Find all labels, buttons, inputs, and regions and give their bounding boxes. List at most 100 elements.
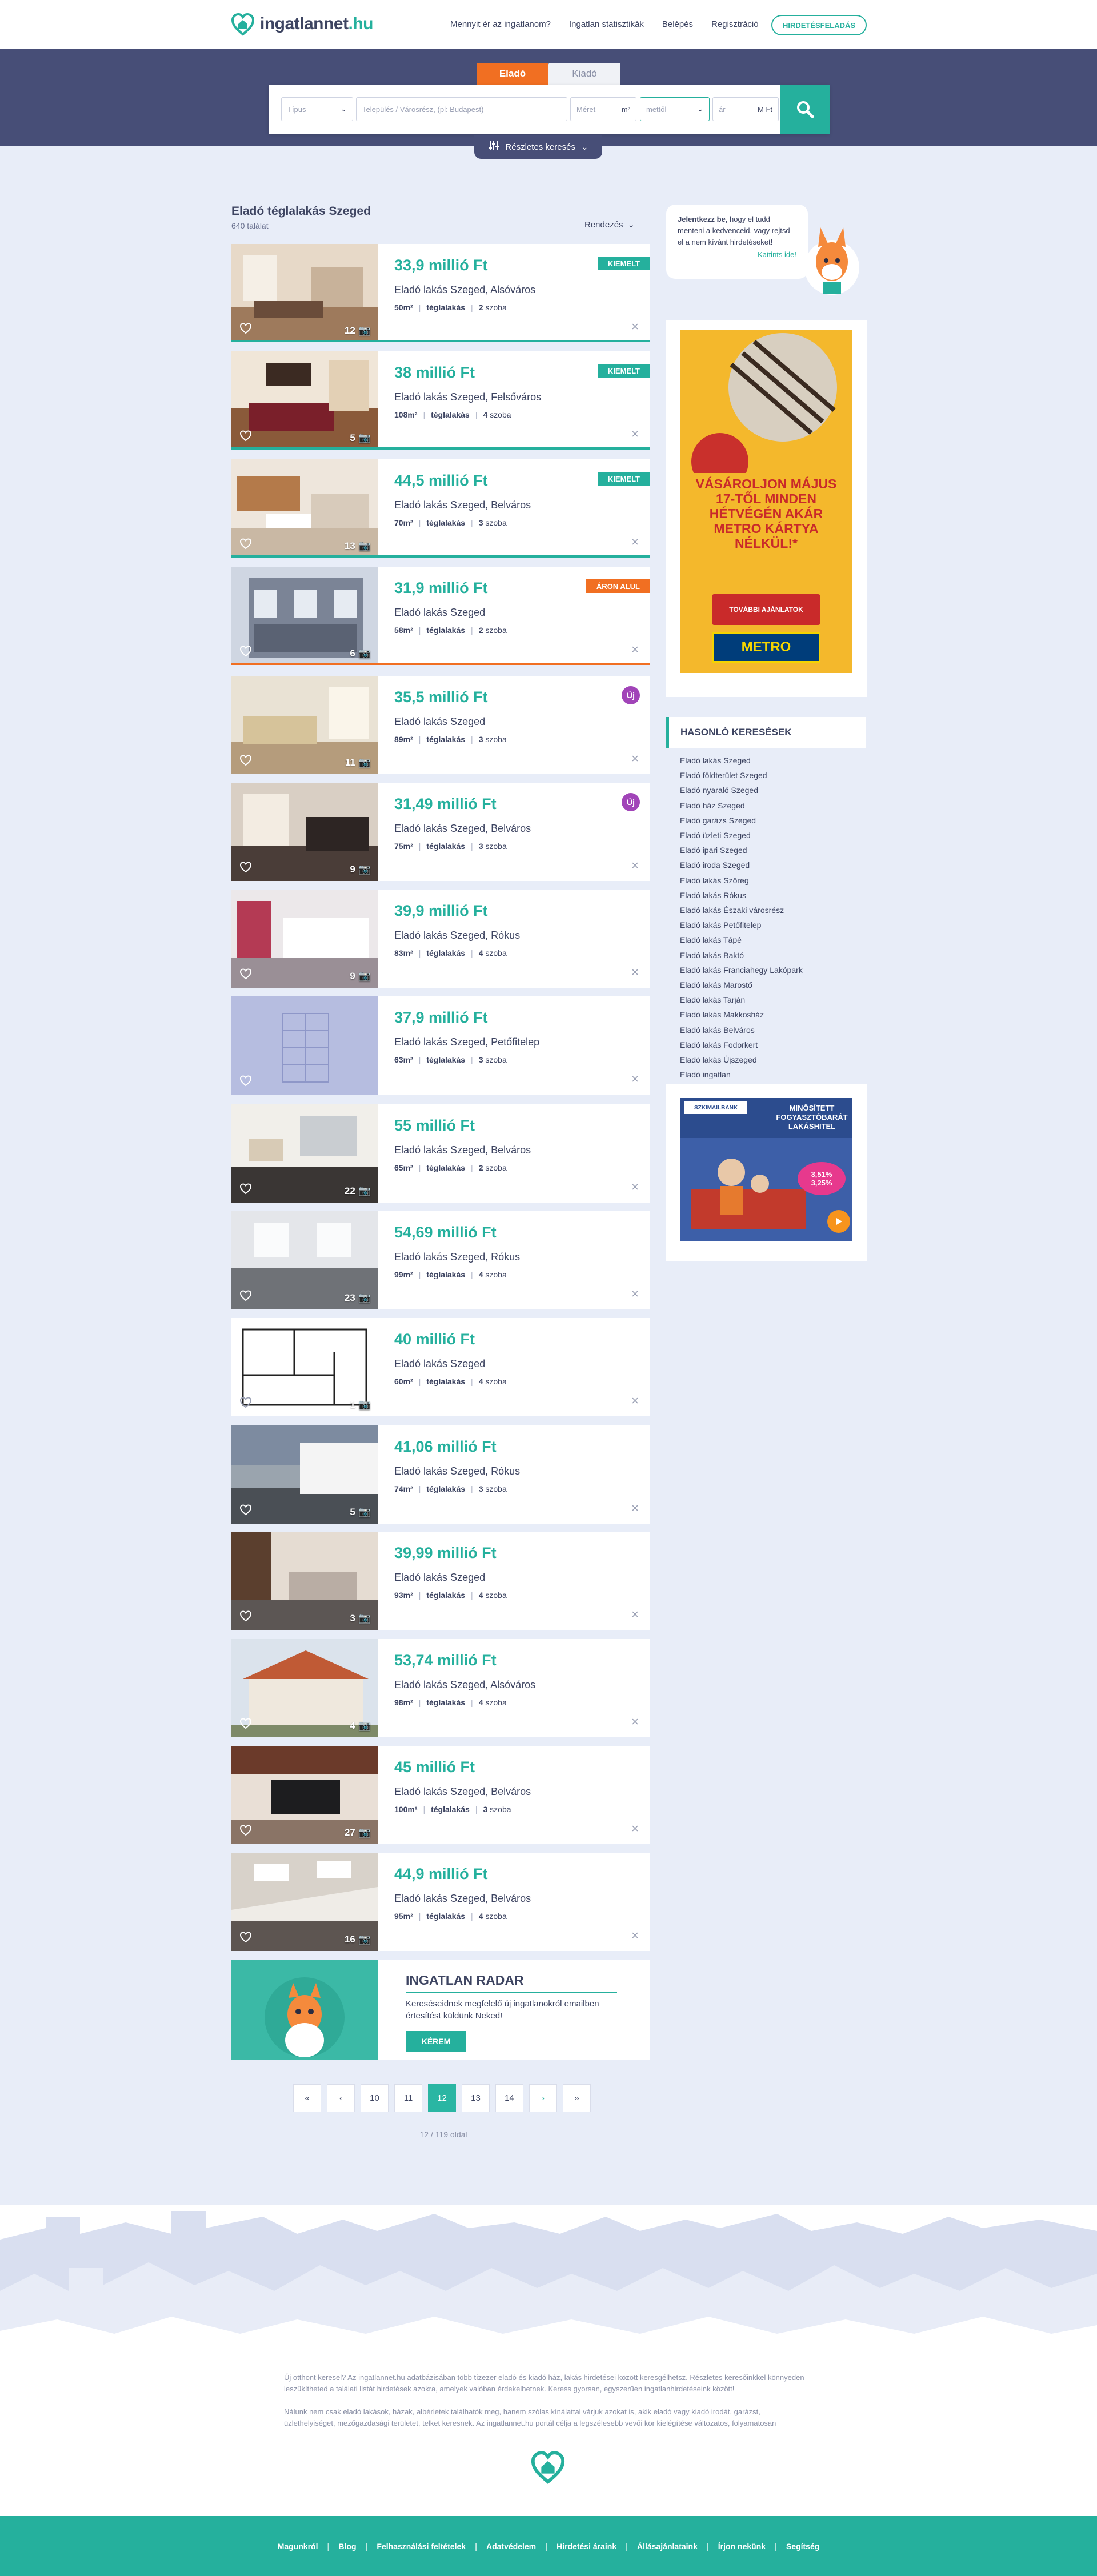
- footer-link[interactable]: Adatvédelem: [486, 2542, 536, 2551]
- listing-photo[interactable]: 22 📷: [231, 1104, 378, 1203]
- similar-search-link[interactable]: Eladó lakás Franciahegy Lakópark: [680, 963, 803, 977]
- hide-listing-icon[interactable]: ×: [631, 1716, 639, 1728]
- similar-search-link[interactable]: Eladó lakás Északi városrész: [680, 903, 803, 918]
- favorite-heart-icon[interactable]: [239, 323, 252, 334]
- listing-price[interactable]: 55 millió Ft: [394, 1117, 475, 1135]
- listing-price[interactable]: 38 millió Ft: [394, 364, 475, 382]
- favorite-heart-icon[interactable]: [239, 1932, 252, 1943]
- next-page-button[interactable]: ›: [529, 2084, 557, 2112]
- footer-link[interactable]: Magunkról: [278, 2542, 318, 2551]
- listing-card[interactable]: 6 📷 31,9 millió Ft Eladó lakás Szeged 58m…: [231, 567, 650, 665]
- listing-price[interactable]: 44,5 millió Ft: [394, 472, 488, 490]
- similar-search-link[interactable]: Eladó ipari Szeged: [680, 843, 803, 858]
- nav-login-link[interactable]: Belépés: [662, 19, 693, 29]
- sort-dropdown[interactable]: Rendezés ⌄: [584, 219, 635, 230]
- favorite-heart-icon[interactable]: [239, 1290, 252, 1301]
- listing-card[interactable]: 3 📷 39,99 millió Ft Eladó lakás Szeged 93…: [231, 1532, 650, 1630]
- last-page-button[interactable]: »: [563, 2084, 591, 2112]
- listing-price[interactable]: 33,9 millió Ft: [394, 257, 488, 274]
- hide-listing-icon[interactable]: ×: [631, 321, 639, 333]
- listing-address[interactable]: Eladó lakás Szeged, Belváros: [394, 1144, 531, 1156]
- site-logo[interactable]: ingatlannet.hu: [230, 11, 374, 37]
- listing-address[interactable]: Eladó lakás Szeged: [394, 607, 485, 619]
- hide-listing-icon[interactable]: ×: [631, 859, 639, 872]
- footer-link[interactable]: Blog: [338, 2542, 356, 2551]
- listing-card[interactable]: 11 📷 35,5 millió Ft Eladó lakás Szeged 89…: [231, 676, 650, 774]
- listing-card[interactable]: 16 📷 44,9 millió Ft Eladó lakás Szeged, B…: [231, 1853, 650, 1951]
- advanced-search-toggle[interactable]: Részletes keresés ⌄: [474, 135, 602, 159]
- listing-photo[interactable]: 13 📷: [231, 459, 378, 558]
- post-ad-button[interactable]: HIRDETÉSFELADÁS: [771, 15, 867, 35]
- ad-metro-button[interactable]: TOVÁBBI AJÁNLATOK: [712, 594, 820, 625]
- listing-address[interactable]: Eladó lakás Szeged, Felsőváros: [394, 391, 541, 403]
- listing-address[interactable]: Eladó lakás Szeged, Petőfitelep: [394, 1036, 539, 1048]
- favorite-heart-icon[interactable]: [239, 1718, 252, 1729]
- favorite-heart-icon[interactable]: [239, 1397, 252, 1408]
- favorite-heart-icon[interactable]: [239, 1183, 252, 1195]
- favorite-heart-icon[interactable]: [239, 862, 252, 873]
- first-page-button[interactable]: «: [293, 2084, 321, 2112]
- listing-photo[interactable]: 5 📷: [231, 1425, 378, 1524]
- nav-statistics-link[interactable]: Ingatlan statisztikák: [569, 19, 644, 29]
- listing-address[interactable]: Eladó lakás Szeged: [394, 716, 485, 728]
- hide-listing-icon[interactable]: ×: [631, 1395, 639, 1407]
- similar-search-link[interactable]: Eladó lakás Rókus: [680, 888, 803, 903]
- listing-price[interactable]: 44,9 millió Ft: [394, 1865, 488, 1883]
- listing-photo[interactable]: 23 📷: [231, 1211, 378, 1309]
- listing-card[interactable]: 13 📷 44,5 millió Ft Eladó lakás Szeged, B…: [231, 459, 650, 558]
- listing-photo[interactable]: 6 📷: [231, 567, 378, 665]
- listing-price[interactable]: 39,99 millió Ft: [394, 1544, 497, 1562]
- page-link[interactable]: 11: [394, 2084, 422, 2112]
- location-input[interactable]: Település / Városrész, (pl: Budapest): [356, 97, 567, 121]
- similar-search-link[interactable]: Eladó lakás Újszeged: [680, 1052, 803, 1067]
- listing-card[interactable]: 1 📷 40 millió Ft Eladó lakás Szeged 60m² |…: [231, 1318, 650, 1416]
- listing-card[interactable]: 5 📷 41,06 millió Ft Eladó lakás Szeged, R…: [231, 1425, 650, 1524]
- similar-search-link[interactable]: Eladó lakás Fodorkert: [680, 1037, 803, 1052]
- price-from-select[interactable]: mettől ⌄: [640, 97, 710, 121]
- hide-listing-icon[interactable]: ×: [631, 966, 639, 979]
- current-page[interactable]: 12: [428, 2084, 456, 2112]
- similar-search-link[interactable]: Eladó lakás Tápé: [680, 932, 803, 947]
- area-input[interactable]: Méret m²: [570, 97, 636, 121]
- hide-listing-icon[interactable]: ×: [631, 536, 639, 548]
- listing-price[interactable]: 37,9 millió Ft: [394, 1009, 488, 1027]
- listing-address[interactable]: Eladó lakás Szeged, Rókus: [394, 1465, 520, 1477]
- listing-photo[interactable]: 3 📷: [231, 1532, 378, 1630]
- hide-listing-icon[interactable]: ×: [631, 1181, 639, 1193]
- listing-card[interactable]: 22 📷 55 millió Ft Eladó lakás Szeged, Bel…: [231, 1104, 650, 1203]
- login-link[interactable]: Kattints ide!: [678, 249, 796, 261]
- favorite-heart-icon[interactable]: [239, 430, 252, 442]
- listing-card[interactable]: 9 📷 39,9 millió Ft Eladó lakás Szeged, Ró…: [231, 890, 650, 988]
- listing-card[interactable]: 23 📷 54,69 millió Ft Eladó lakás Szeged, …: [231, 1211, 650, 1309]
- listing-card[interactable]: 27 📷 45 millió Ft Eladó lakás Szeged, Bel…: [231, 1746, 650, 1844]
- footer-link[interactable]: Írjon nekünk: [718, 2542, 766, 2551]
- listing-address[interactable]: Eladó lakás Szeged, Belváros: [394, 499, 531, 511]
- hide-listing-icon[interactable]: ×: [631, 1073, 639, 1085]
- listing-card[interactable]: 4 📷 53,74 millió Ft Eladó lakás Szeged, A…: [231, 1639, 650, 1737]
- similar-search-link[interactable]: Eladó lakás Marostő: [680, 977, 803, 992]
- listing-photo[interactable]: 11 📷: [231, 676, 378, 774]
- listing-address[interactable]: Eladó lakás Szeged, Belváros: [394, 1893, 531, 1905]
- tab-sale[interactable]: Eladó: [477, 63, 548, 85]
- listing-price[interactable]: 45 millió Ft: [394, 1758, 475, 1776]
- favorite-heart-icon[interactable]: [239, 968, 252, 980]
- favorite-heart-icon[interactable]: [239, 646, 252, 657]
- listing-address[interactable]: Eladó lakás Szeged, Alsóváros: [394, 1679, 535, 1691]
- footer-link[interactable]: Felhasználási feltételek: [377, 2542, 466, 2551]
- hide-listing-icon[interactable]: ×: [631, 1608, 639, 1621]
- footer-link[interactable]: Hirdetési áraink: [556, 2542, 616, 2551]
- page-link[interactable]: 13: [462, 2084, 490, 2112]
- hide-listing-icon[interactable]: ×: [631, 428, 639, 440]
- listing-photo[interactable]: 5 📷: [231, 351, 378, 450]
- favorite-heart-icon[interactable]: [239, 1825, 252, 1836]
- radar-subscribe-button[interactable]: KÉREM: [406, 2031, 466, 2052]
- similar-search-link[interactable]: Eladó üzleti Szeged: [680, 828, 803, 843]
- similar-search-link[interactable]: Eladó ház Szeged: [680, 798, 803, 813]
- hide-listing-icon[interactable]: ×: [631, 643, 639, 656]
- listing-card[interactable]: 9 📷 31,49 millió Ft Eladó lakás Szeged, B…: [231, 783, 650, 881]
- price-to-input[interactable]: ár M Ft: [712, 97, 779, 121]
- listing-address[interactable]: Eladó lakás Szeged, Rókus: [394, 1251, 520, 1263]
- page-link[interactable]: 14: [495, 2084, 523, 2112]
- similar-search-link[interactable]: Eladó földterület Szeged: [680, 768, 803, 783]
- listing-photo[interactable]: 4 📷: [231, 1639, 378, 1737]
